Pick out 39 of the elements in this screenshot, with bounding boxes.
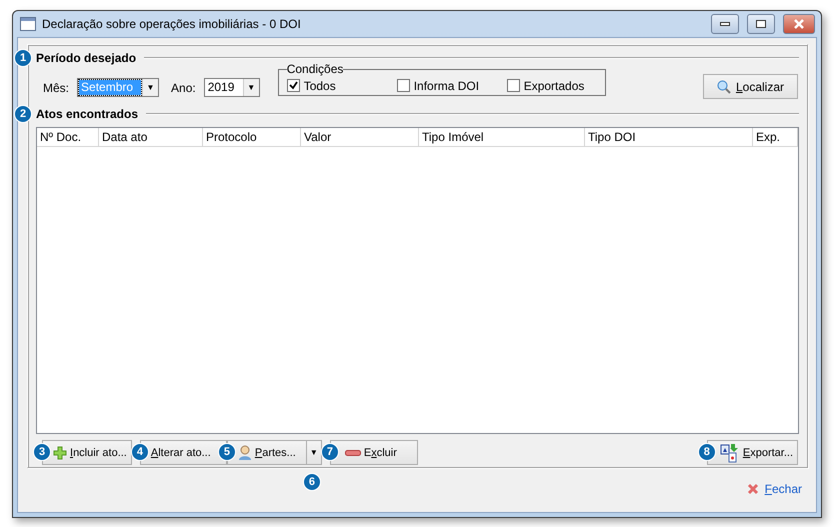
callout-number: 3 bbox=[33, 443, 51, 461]
callout-number: 1 bbox=[14, 49, 32, 67]
window-title: Declaração sobre operações imobiliárias - 0 DOI bbox=[42, 17, 302, 31]
month-label: Mês: bbox=[43, 80, 70, 94]
plus-icon bbox=[53, 446, 67, 460]
close-icon bbox=[793, 19, 805, 29]
window-icon bbox=[20, 17, 36, 31]
column-header[interactable]: Tipo DOI bbox=[585, 128, 753, 146]
minimize-icon bbox=[720, 22, 730, 26]
year-dropdown[interactable]: 2019 ▼ bbox=[204, 78, 260, 97]
column-header[interactable]: Protocolo bbox=[203, 128, 301, 146]
minus-icon bbox=[344, 450, 361, 456]
dropdown-arrow-button[interactable]: ▼ bbox=[306, 440, 322, 465]
close-icon bbox=[746, 483, 759, 495]
section-heading: Período desejado bbox=[36, 51, 136, 65]
column-header[interactable]: Data ato bbox=[99, 128, 203, 146]
search-icon bbox=[716, 80, 731, 94]
maximize-button[interactable] bbox=[747, 14, 775, 34]
close-link[interactable]: Fechar bbox=[746, 482, 802, 496]
callout-number: 2 bbox=[14, 105, 32, 123]
section-heading: Atos encontrados bbox=[36, 107, 138, 121]
month-dropdown[interactable]: Setembro ▼ bbox=[77, 78, 160, 97]
column-header[interactable]: Tipo Imóvel bbox=[419, 128, 585, 146]
callout-number: 8 bbox=[698, 443, 716, 461]
group-legend: Condições bbox=[286, 62, 344, 76]
export-icon bbox=[720, 442, 740, 462]
callout-number: 6 bbox=[302, 473, 321, 491]
person-icon bbox=[238, 444, 252, 460]
close-button[interactable] bbox=[783, 14, 815, 34]
column-header[interactable]: Nº Doc. bbox=[37, 128, 99, 146]
search-button[interactable]: Localizar bbox=[703, 74, 798, 99]
column-header[interactable]: Exp. bbox=[753, 128, 798, 146]
checkbox[interactable]: Exportados bbox=[506, 78, 597, 92]
column-header[interactable]: Valor bbox=[301, 128, 419, 146]
year-label: Ano: bbox=[171, 80, 196, 94]
checkbox[interactable]: Todos bbox=[286, 78, 397, 92]
minimize-button[interactable] bbox=[711, 14, 739, 34]
maximize-icon bbox=[756, 20, 766, 28]
checkbox[interactable]: Informa DOI bbox=[396, 78, 507, 92]
